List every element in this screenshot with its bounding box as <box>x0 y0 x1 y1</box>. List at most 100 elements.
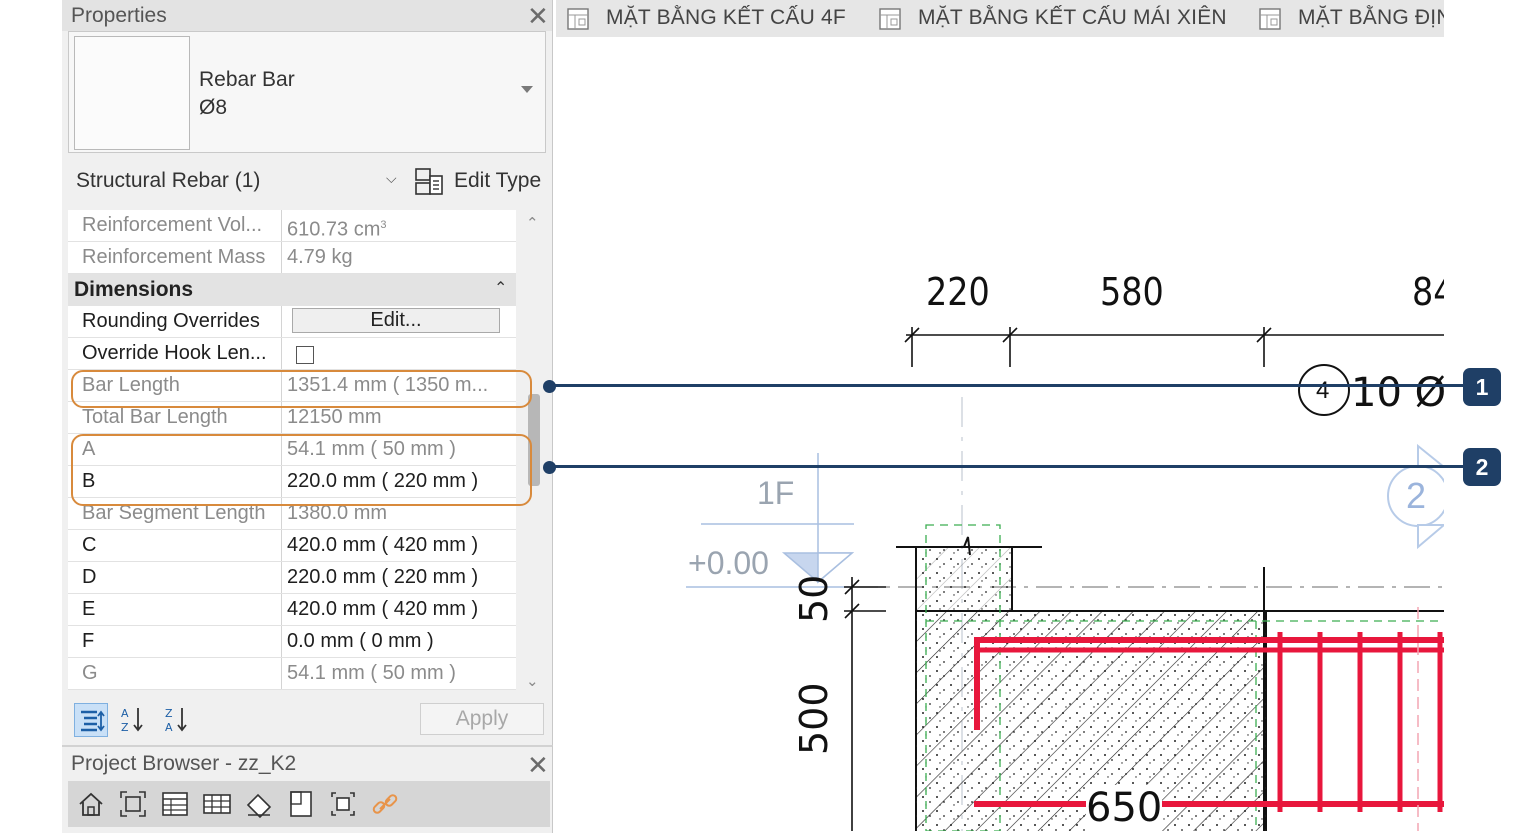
type-family-name: Rebar Bar <box>199 68 295 91</box>
collapse-icon[interactable]: ⌃ <box>494 278 507 298</box>
plan-view-icon <box>1259 8 1281 30</box>
type-name: Rebar Bar Ø8 <box>199 66 295 122</box>
properties-footer: A Z Z A Apply <box>68 700 546 742</box>
property-row: Override Hook Len... <box>68 338 516 370</box>
property-value: 610.73 cm3 <box>287 218 387 241</box>
property-value: 54.1 mm ( 50 mm ) <box>287 662 456 684</box>
categorized-icon <box>81 710 105 732</box>
scroll-down-icon[interactable]: ⌄ <box>526 672 539 690</box>
categorized-sort-button[interactable] <box>74 703 108 737</box>
svg-text:Z: Z <box>121 721 129 734</box>
level-name: 1F <box>757 475 795 511</box>
group-header-dimensions[interactable]: Dimensions ⌃ <box>68 274 516 306</box>
instance-filter-label: Structural Rebar (1) <box>76 169 261 192</box>
sort-za-icon: Z A <box>165 707 187 734</box>
callout-highlight-segments <box>71 434 532 506</box>
property-row: Reinforcement Mass 4.79 kg <box>68 242 516 274</box>
level-elevation: +0.00 <box>688 545 769 581</box>
drawing-canvas[interactable]: 220 580 84 4 10 Ø 1F +0.00 50 500 650 2 <box>556 37 1444 831</box>
property-row[interactable]: E 420.0 mm ( 420 mm ) <box>68 594 516 626</box>
property-row: Reinforcement Vol... 610.73 cm3 <box>68 210 516 242</box>
close-icon[interactable]: ✕ <box>527 752 549 778</box>
instance-filter-row: Structural Rebar (1) ⌵ Edit Type <box>68 160 546 202</box>
home-icon[interactable] <box>76 789 106 819</box>
property-row: Rounding Overrides Edit... <box>68 306 516 338</box>
project-browser-title: Project Browser - zz_K2 <box>71 752 297 775</box>
view-tabs: MẶT BẰNG KẾT CẤU 4F MẶT BẰNG KẾT CẤU MÁI… <box>556 0 1444 37</box>
property-row: G 54.1 mm ( 50 mm ) <box>68 658 516 690</box>
property-value: 4.79 kg <box>287 246 353 268</box>
tab-layout-plan[interactable]: MẶT BẰNG ĐỊNH VỊ <box>1248 0 1444 37</box>
callout-leader-line <box>549 384 1465 387</box>
edit-type-label: Edit Type <box>454 169 542 192</box>
table-icon[interactable] <box>202 789 232 819</box>
property-value[interactable]: 0.0 mm ( 0 mm ) <box>287 626 497 657</box>
type-selector[interactable]: Rebar Bar Ø8 <box>68 31 546 153</box>
rounding-edit-button[interactable]: Edit... <box>292 308 500 333</box>
tab-label: MẶT BẰNG ĐỊNH VỊ <box>1298 6 1444 29</box>
property-name: G <box>68 658 282 689</box>
property-name: F <box>68 626 282 657</box>
svg-text:Z: Z <box>165 707 173 720</box>
chevron-down-icon[interactable] <box>521 86 533 93</box>
callout-badge-1: 1 <box>1463 368 1501 406</box>
tab-label: MẶT BẰNG KẾT CẤU MÁI XIÊN <box>918 6 1227 29</box>
property-name: C <box>68 530 282 561</box>
close-icon[interactable]: ✕ <box>527 3 549 29</box>
callout-badge-2: 2 <box>1463 448 1501 486</box>
type-size-name: Ø8 <box>199 96 228 119</box>
properties-header: Properties ✕ <box>62 0 552 31</box>
group-title: Dimensions <box>74 278 194 301</box>
family-icon[interactable] <box>328 789 358 819</box>
plan-view-icon <box>567 8 589 30</box>
property-name: Reinforcement Mass <box>68 242 282 273</box>
plan-view-icon <box>879 8 901 30</box>
dimension-label: 84 <box>1412 270 1444 314</box>
dimension-label: 580 <box>1100 270 1164 314</box>
property-name: Reinforcement Vol... <box>68 210 282 241</box>
property-value[interactable]: 420.0 mm ( 420 mm ) <box>287 530 497 561</box>
type-preview-image <box>74 36 190 150</box>
link-icon[interactable] <box>370 789 400 819</box>
sort-descending-button[interactable]: Z A <box>160 703 194 737</box>
svg-text:A: A <box>165 721 173 734</box>
callout-leader-line <box>549 465 1465 468</box>
property-row[interactable]: F 0.0 mm ( 0 mm ) <box>68 626 516 658</box>
tab-structural-plan-4f[interactable]: MẶT BẰNG KẾT CẤU 4F <box>556 0 866 37</box>
rebar-tag-text: 10 Ø <box>1351 370 1444 416</box>
apply-button[interactable]: Apply <box>420 703 544 735</box>
project-browser: Project Browser - zz_K2 ✕ <box>62 745 553 833</box>
callout-anchor-dot <box>543 461 556 474</box>
property-row[interactable]: D 220.0 mm ( 220 mm ) <box>68 562 516 594</box>
zoom-fit-icon[interactable] <box>118 789 148 819</box>
property-row[interactable]: C 420.0 mm ( 420 mm ) <box>68 530 516 562</box>
dimension-label: 220 <box>926 270 990 314</box>
tab-structural-plan-roof[interactable]: MẶT BẰNG KẾT CẤU MÁI XIÊN <box>868 0 1248 37</box>
chevron-down-icon: ⌵ <box>386 170 397 186</box>
sort-az-icon: A Z <box>121 707 143 734</box>
dimension-label: 650 <box>1086 785 1163 831</box>
edit-type-icon <box>415 168 443 195</box>
property-name: E <box>68 594 282 625</box>
project-browser-toolbar <box>68 781 550 827</box>
instance-filter-select[interactable]: Structural Rebar (1) ⌵ <box>68 160 404 202</box>
schedule-icon[interactable] <box>160 789 190 819</box>
scroll-up-icon[interactable]: ⌃ <box>526 214 539 232</box>
callout-anchor-dot <box>543 380 556 393</box>
override-hook-checkbox[interactable] <box>296 346 314 364</box>
section-marker-number: 2 <box>1406 475 1427 516</box>
property-value[interactable]: 220.0 mm ( 220 mm ) <box>287 562 497 593</box>
property-name: Override Hook Len... <box>68 338 282 369</box>
sort-ascending-button[interactable]: A Z <box>116 703 150 737</box>
dimension-label-vertical: 50 <box>792 574 836 623</box>
dimension-label-vertical: 500 <box>792 682 836 755</box>
property-value[interactable]: 420.0 mm ( 420 mm ) <box>287 594 497 625</box>
section-drawing <box>686 327 1444 831</box>
tag-icon[interactable] <box>244 789 274 819</box>
properties-title: Properties <box>71 4 167 27</box>
callout-highlight-bar-length <box>71 370 532 408</box>
sheet-icon[interactable] <box>286 789 316 819</box>
tab-label: MẶT BẰNG KẾT CẤU 4F <box>606 6 846 29</box>
property-name: D <box>68 562 282 593</box>
property-name: Rounding Overrides <box>68 306 282 337</box>
